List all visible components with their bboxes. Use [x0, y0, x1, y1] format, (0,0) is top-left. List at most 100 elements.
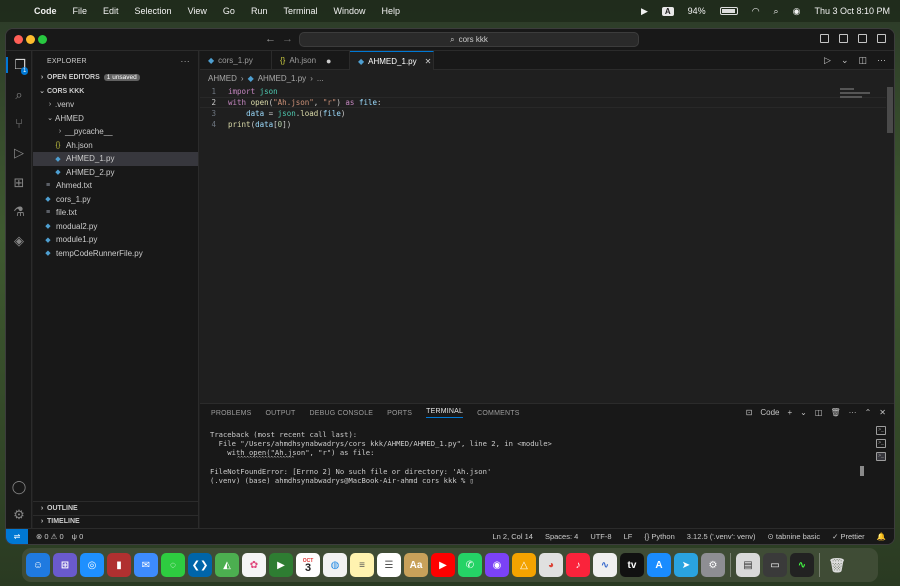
- outline-section[interactable]: › OUTLINE: [33, 501, 198, 515]
- code-line[interactable]: 1 import json: [200, 86, 886, 97]
- more-actions-icon[interactable]: ···: [180, 56, 190, 66]
- code-line-current[interactable]: 2 with open("Ah.json", "r") as file:: [200, 97, 886, 108]
- new-terminal-icon[interactable]: +: [788, 408, 793, 417]
- maximize-panel-icon[interactable]: ⌃: [865, 408, 872, 417]
- music-icon[interactable]: ♪: [566, 553, 590, 577]
- finder-icon[interactable]: ☺: [26, 553, 50, 577]
- ports-status[interactable]: ψ 0: [72, 532, 84, 541]
- chevron-down-icon[interactable]: ⌄: [800, 408, 807, 417]
- freeform-icon[interactable]: ∿: [593, 553, 617, 577]
- siri-icon[interactable]: ◉: [485, 553, 509, 577]
- problems-status[interactable]: ⊗ 0 ⚠ 0: [36, 532, 64, 541]
- open-editors-section[interactable]: › OPEN EDITORS 1 unsaved: [33, 71, 198, 85]
- tab-comments[interactable]: COMMENTS: [477, 410, 519, 417]
- remote-indicator-icon[interactable]: ⇌: [6, 528, 28, 544]
- manage-gear-icon[interactable]: ⚙: [6, 507, 32, 523]
- tab-ports[interactable]: PORTS: [387, 410, 412, 417]
- input-source-badge[interactable]: A: [661, 6, 674, 16]
- minimap[interactable]: [840, 86, 880, 106]
- photo-booth-icon[interactable]: ▮: [107, 553, 131, 577]
- battery-icon[interactable]: [719, 7, 738, 15]
- preview-icon[interactable]: ▤: [736, 553, 760, 577]
- menu-window[interactable]: Window: [325, 6, 373, 16]
- tab-ah-json[interactable]: {} Ah.json ●: [272, 51, 350, 70]
- more-actions-icon[interactable]: ···: [877, 55, 886, 66]
- close-icon[interactable]: ✕: [425, 57, 432, 66]
- toggle-primary-sidebar-icon[interactable]: [820, 34, 829, 43]
- tree-item-ahmed-2-py[interactable]: ◆ AHMED_2.py: [33, 166, 198, 180]
- breadcrumb-file[interactable]: AHMED_1.py: [258, 74, 306, 83]
- run-debug-icon[interactable]: ▷: [6, 145, 32, 161]
- system-settings-icon[interactable]: ⚙: [701, 553, 725, 577]
- zoom-window-button[interactable]: [38, 35, 47, 44]
- tree-item-tempcoderunner-py[interactable]: ◆ tempCodeRunnerFile.py: [33, 247, 198, 261]
- code-editor[interactable]: 1 import json 2 with open("Ah.json", "r"…: [200, 86, 886, 406]
- menu-terminal[interactable]: Terminal: [275, 6, 325, 16]
- toggle-panel-icon[interactable]: [839, 34, 848, 43]
- tab-ahmed-1-py[interactable]: ◆ AHMED_1.py ✕: [350, 51, 434, 70]
- messages-icon[interactable]: ◌: [161, 553, 185, 577]
- menu-edit[interactable]: Edit: [95, 6, 127, 16]
- search-icon[interactable]: ⌕: [774, 6, 779, 17]
- tree-item-file-txt[interactable]: ≡ file.txt: [33, 206, 198, 220]
- terminal-output[interactable]: Traceback (most recent call last): File …: [210, 430, 854, 485]
- contacts-icon[interactable]: ◍: [323, 553, 347, 577]
- timeline-section[interactable]: › TIMELINE: [33, 514, 198, 529]
- remote-explorer-icon[interactable]: ◈: [6, 233, 32, 249]
- extensions-icon[interactable]: ⊞: [6, 175, 32, 191]
- minimized-window-icon[interactable]: ▭: [763, 553, 787, 577]
- vscode-icon[interactable]: ❮❯: [188, 553, 212, 577]
- photos-icon[interactable]: ✿: [242, 553, 266, 577]
- tab-terminal[interactable]: TERMINAL: [426, 408, 464, 418]
- menu-selection[interactable]: Selection: [127, 6, 180, 16]
- code-line[interactable]: 4 print(data[0]): [200, 119, 886, 130]
- telegram-icon[interactable]: ➤: [674, 553, 698, 577]
- maps-icon[interactable]: ◭: [215, 553, 239, 577]
- youtube-icon[interactable]: ▶: [431, 553, 455, 577]
- editor-scrollbar[interactable]: [887, 87, 893, 133]
- safari-icon[interactable]: ◎: [80, 553, 104, 577]
- trash-icon[interactable]: 🗑: [830, 408, 840, 417]
- tree-item-modual2-py[interactable]: ◆ modual2.py: [33, 220, 198, 234]
- terminal-instance-icon[interactable]: >_: [876, 426, 886, 435]
- tree-item-ahmed-txt[interactable]: ≡ Ahmed.txt: [33, 179, 198, 193]
- tree-item-venv[interactable]: › .venv: [33, 98, 198, 112]
- unsaved-dot-icon[interactable]: ●: [326, 56, 331, 66]
- code-line[interactable]: 3 data = json.load(file): [200, 108, 886, 119]
- activity-monitor-icon[interactable]: ∿: [790, 553, 814, 577]
- notes-icon[interactable]: ≡: [350, 553, 374, 577]
- split-editor-icon[interactable]: ◫: [858, 55, 867, 66]
- apple-tv-icon[interactable]: tv: [620, 553, 644, 577]
- arrow-right-icon[interactable]: →: [282, 33, 293, 45]
- tab-cors-1-py[interactable]: ◆ cors_1.py: [200, 51, 272, 70]
- chrome-icon[interactable]: ◕: [539, 553, 563, 577]
- trash-icon[interactable]: 🗑: [825, 553, 849, 577]
- launchpad-icon[interactable]: ⊞: [53, 553, 77, 577]
- minimize-window-button[interactable]: [26, 35, 35, 44]
- tree-item-pycache[interactable]: › __pycache__: [33, 125, 198, 139]
- chevron-down-icon[interactable]: ⌄: [841, 55, 849, 66]
- toggle-secondary-sidebar-icon[interactable]: [858, 34, 867, 43]
- split-terminal-icon[interactable]: ◫: [815, 408, 823, 417]
- python-interpreter[interactable]: 3.12.5 ('.venv': venv): [687, 532, 756, 541]
- language-mode[interactable]: {} Python: [644, 532, 674, 541]
- tabnine-status[interactable]: ⊙ tabnine basic: [768, 532, 821, 541]
- tree-item-module1-py[interactable]: ◆ module1.py: [33, 233, 198, 247]
- end-of-line[interactable]: LF: [624, 532, 633, 541]
- terminal-instance-icon[interactable]: >_: [876, 452, 886, 461]
- breadcrumb-folder[interactable]: AHMED: [208, 74, 237, 83]
- mail-icon[interactable]: ✉: [134, 553, 158, 577]
- menu-go[interactable]: Go: [215, 6, 243, 16]
- calendar-icon[interactable]: OCT 3: [296, 553, 320, 577]
- more-actions-icon[interactable]: ···: [849, 408, 857, 417]
- testing-icon[interactable]: ⚗: [6, 204, 32, 220]
- facetime-icon[interactable]: ▶: [269, 553, 293, 577]
- arrow-left-icon[interactable]: ←: [265, 33, 276, 45]
- customize-layout-icon[interactable]: [877, 34, 886, 43]
- terminal-scrollbar[interactable]: [860, 466, 864, 476]
- tab-problems[interactable]: PROBLEMS: [211, 410, 252, 417]
- terminal-instance-icon[interactable]: >_: [876, 439, 886, 448]
- cursor-position[interactable]: Ln 2, Col 14: [493, 532, 533, 541]
- run-python-file-icon[interactable]: ▷: [824, 55, 831, 66]
- close-icon[interactable]: ✕: [879, 408, 886, 417]
